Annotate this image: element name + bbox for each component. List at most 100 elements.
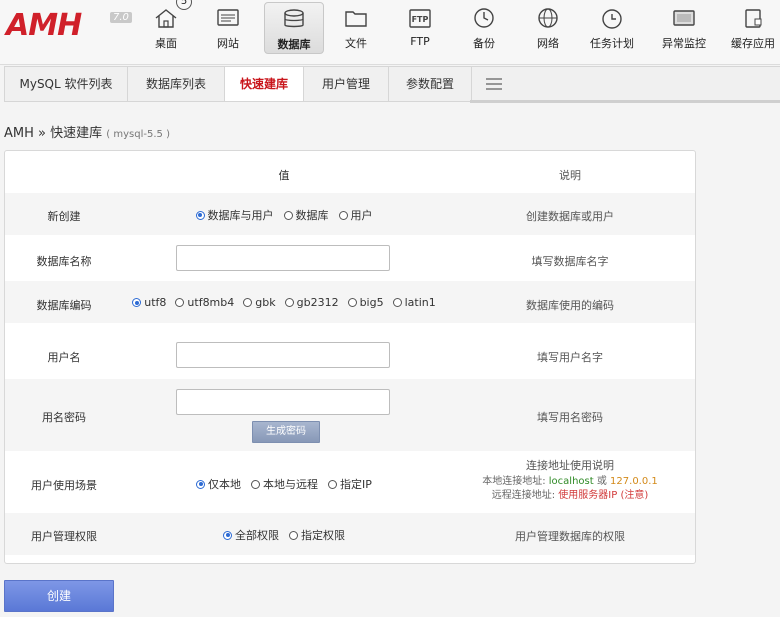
timer-icon [602,9,622,29]
generate-password-button[interactable]: 生成密码 [252,421,320,443]
header-value: 值 [278,169,290,182]
website-icon [217,9,239,26]
menu-icon[interactable] [485,78,503,90]
radio-specific-permissions[interactable]: 指定权限 [289,527,345,543]
nav-network[interactable]: 网络 [528,0,568,56]
table-row: 用名密码 生成密码 填写用名密码 [5,379,695,451]
table-row: 数据库名称 填写数据库名字 [5,235,695,281]
quick-create-form: 值 说明 新创建 数据库与用户 数据库 用户 创建数据库或用户 数据库名称 填写… [4,150,696,564]
radio-gb2312[interactable]: gb2312 [284,296,339,309]
row-description: 填写用名密码 [537,411,603,424]
home-icon [155,9,177,28]
option-label: 仅本地 [208,478,242,491]
radio-utf8[interactable]: utf8 [132,296,166,309]
nav-ftp[interactable]: FTP FTP [400,0,440,56]
row-label: 数据库名称 [36,255,92,268]
table-row: 用户管理权限 全部权限 指定权限 用户管理数据库的权限 [5,513,695,555]
permission-options: 全部权限 指定权限 [123,527,445,543]
help-title: 连接地址使用说明 [526,459,614,472]
nav-cache[interactable]: 缓存应用 [728,0,778,56]
radio-button [347,298,357,307]
nav-monitor[interactable]: 异常监控 [660,0,708,56]
radio-big5[interactable]: big5 [347,296,384,309]
radio-all-permissions[interactable]: 全部权限 [223,527,279,543]
table-row: 新创建 数据库与用户 数据库 用户 创建数据库或用户 [5,193,695,235]
header-description: 说明 [559,169,581,182]
radio-db-and-user[interactable]: 数据库与用户 [195,207,274,223]
local-ip-value: 127.0.0.1 [610,476,658,487]
table-row: 用户使用场景 仅本地 本地与远程 指定IP 连接地址使用说明 本地连接地址: l… [5,451,695,513]
remote-address-line: 远程连接地址: 使用服务器IP (注意) [445,489,695,503]
radio-button [392,298,402,307]
option-label: utf8mb4 [187,296,235,309]
nav-backup[interactable]: 备份 [464,0,504,56]
row-label: 用户名 [47,351,81,364]
option-label: 指定权限 [301,529,345,542]
option-label: utf8 [144,296,167,309]
radio-button-checked [223,530,232,540]
cache-icon [745,9,762,28]
or-text: 或 [596,476,607,487]
row-label: 用名密码 [42,411,86,424]
row-label: 数据库编码 [36,299,92,312]
tab-parameter-config[interactable]: 参数配置 [389,67,472,101]
nav-label: 数据库 [277,38,311,51]
breadcrumb-current: 快速建库 [50,126,103,141]
radio-user-only[interactable]: 用户 [338,207,373,223]
database-name-input[interactable] [176,245,390,271]
radio-latin1[interactable]: latin1 [392,296,436,309]
radio-button [284,298,294,307]
option-label: 本地与远程 [263,478,319,491]
radio-db-only[interactable]: 数据库 [283,207,329,223]
charset-options: utf8 utf8mb4 gbk gb2312 big5 latin1 [123,296,445,310]
create-type-options: 数据库与用户 数据库 用户 [123,207,445,223]
nav-label: 备份 [473,37,495,50]
tab-quick-create[interactable]: 快速建库 [225,67,304,101]
tab-database-list[interactable]: 数据库列表 [128,67,225,101]
row-description: 填写用户名字 [537,351,603,364]
radio-local-and-remote[interactable]: 本地与远程 [251,476,318,492]
radio-button-checked [132,298,142,307]
local-address-line: 本地连接地址: localhost 或 127.0.0.1 [445,475,695,489]
nav-files[interactable]: 文件 [336,0,376,56]
row-description: 用户管理数据库的权限 [515,530,625,543]
breadcrumb: AMH » 快速建库 ( mysql-5.5 ) [4,122,170,141]
remote-address-link[interactable]: 使用服务器IP (注意) [558,490,648,501]
monitor-icon [673,10,695,26]
password-input[interactable] [176,389,390,415]
tab-mysql-software-list[interactable]: MySQL 软件列表 [5,67,128,101]
tab-user-management[interactable]: 用户管理 [304,67,389,101]
option-label: 全部权限 [235,529,279,542]
nav-tasks[interactable]: 任务计划 [588,0,636,56]
table-row: 用户名 填写用户名字 [5,323,695,379]
username-input[interactable] [176,342,390,368]
option-label: 数据库与用户 [207,209,274,222]
amh-logo[interactable]: AMH 7.0 [6,6,132,46]
row-label: 用户管理权限 [31,530,97,543]
option-label: big5 [359,296,384,309]
breadcrumb-root[interactable]: AMH [4,126,34,141]
radio-button [328,479,338,489]
nav-label: 文件 [345,37,367,50]
radio-utf8mb4[interactable]: utf8mb4 [175,296,234,309]
radio-specific-ip[interactable]: 指定IP [328,476,372,492]
local-address-label: 本地连接地址: [482,476,546,487]
top-navigation-bar: AMH 7.0 5 桌面 网站 数据库 文件 FTP FTP 备份 网络 任务计… [0,0,780,65]
clock-icon [474,8,494,28]
nav-desktop[interactable]: 5 桌面 [146,0,192,56]
radio-button [289,530,298,540]
radio-button [283,210,293,220]
option-label: latin1 [404,296,436,309]
radio-local-only[interactable]: 仅本地 [196,476,241,492]
folder-icon [345,11,367,27]
logo-text: AMH [6,8,82,43]
nav-website[interactable]: 网站 [208,0,248,56]
row-label: 用户使用场景 [31,479,97,492]
radio-button [243,298,253,307]
create-button[interactable]: 创建 [4,580,114,612]
nav-database[interactable]: 数据库 [264,2,324,54]
row-description: 填写数据库名字 [531,255,609,268]
ftp-icon: FTP [409,9,431,28]
radio-gbk[interactable]: gbk [243,296,276,309]
row-label: 新创建 [47,210,81,223]
